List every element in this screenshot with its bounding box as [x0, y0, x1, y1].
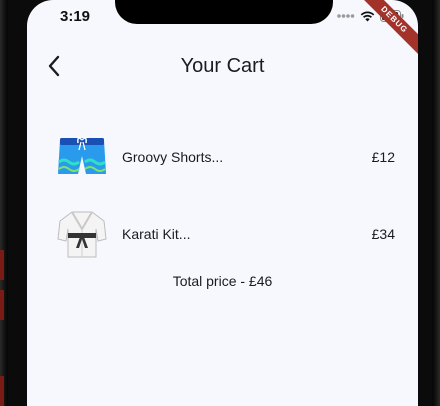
- wifi-icon: [360, 11, 375, 21]
- page-title: Your Cart: [180, 55, 265, 77]
- cart-item[interactable]: Groovy Shorts... £12: [55, 129, 395, 185]
- device-frame-right: [432, 0, 440, 406]
- swim-shorts-icon: [55, 130, 109, 184]
- device-side-button: [0, 250, 4, 280]
- device-side-button: [0, 376, 4, 406]
- item-price: £34: [371, 226, 395, 242]
- total-price: Total price - £46: [172, 273, 273, 289]
- camera-notch: [115, 0, 333, 24]
- cart-item[interactable]: Karati Kit... £34: [55, 206, 395, 262]
- cellular-signal-icon: [337, 14, 355, 18]
- martial-arts-uniform-icon: [55, 207, 109, 261]
- item-name: Karati Kit...: [122, 226, 191, 242]
- item-name: Groovy Shorts...: [122, 149, 224, 165]
- device-side-button: [0, 290, 4, 320]
- device-frame-left: [0, 0, 8, 406]
- app-screen: 3:19 DEBUG Your Cart Groovy Shorts... £1…: [27, 0, 418, 406]
- item-price: £12: [371, 149, 395, 165]
- status-time: 3:19: [60, 8, 91, 25]
